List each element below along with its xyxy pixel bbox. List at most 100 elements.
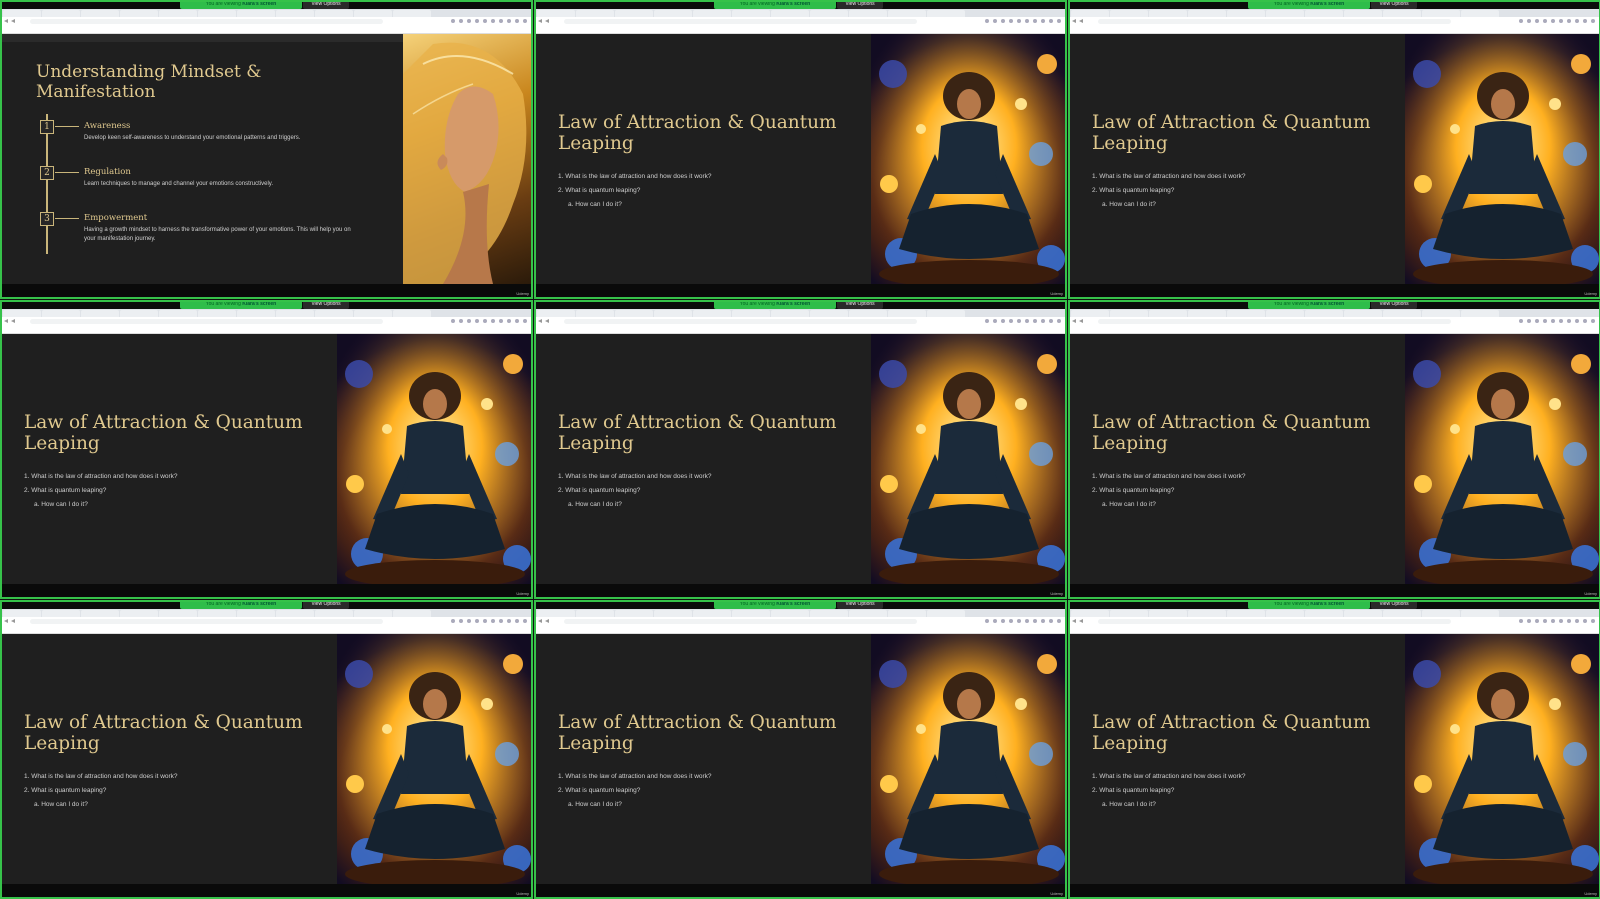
browser-tab[interactable] — [1461, 310, 1499, 317]
forward-arrow-icon[interactable] — [1079, 619, 1083, 623]
browser-tab[interactable] — [159, 610, 197, 617]
forward-arrow-icon[interactable] — [545, 619, 549, 623]
extension-icon[interactable] — [1017, 319, 1021, 323]
browser-tab[interactable] — [849, 10, 887, 17]
browser-nav-buttons[interactable] — [4, 619, 15, 623]
forward-arrow-icon[interactable] — [11, 19, 15, 23]
browser-tab[interactable] — [810, 610, 848, 617]
browser-tab[interactable] — [354, 610, 392, 617]
browser-tab[interactable] — [1188, 610, 1226, 617]
view-options-button[interactable]: View Options — [1371, 0, 1417, 9]
extension-icon[interactable] — [523, 19, 527, 23]
browser-tab[interactable] — [1305, 10, 1343, 17]
extension-icon[interactable] — [491, 19, 495, 23]
extension-icon[interactable] — [459, 619, 463, 623]
extension-icon[interactable] — [1001, 19, 1005, 23]
browser-tab[interactable] — [198, 10, 236, 17]
browser-tab[interactable] — [1344, 10, 1382, 17]
browser-tab[interactable] — [198, 610, 236, 617]
extension-icon[interactable] — [475, 19, 479, 23]
browser-tab[interactable] — [810, 10, 848, 17]
browser-tab[interactable] — [393, 10, 431, 17]
browser-tab[interactable] — [537, 10, 575, 17]
browser-tab[interactable] — [198, 310, 236, 317]
extension-icon[interactable] — [1591, 19, 1595, 23]
extension-icon[interactable] — [1049, 319, 1053, 323]
browser-tab[interactable] — [849, 610, 887, 617]
browser-tab[interactable] — [732, 310, 770, 317]
participant-screen-tile[interactable]: You are viewing Kiara's screen View Optio… — [0, 300, 533, 599]
browser-tab[interactable] — [1149, 10, 1187, 17]
extension-icon[interactable] — [1049, 619, 1053, 623]
browser-tab[interactable] — [1266, 310, 1304, 317]
extension-icon[interactable] — [1583, 19, 1587, 23]
extension-icon[interactable] — [1567, 619, 1571, 623]
extension-icon[interactable] — [491, 319, 495, 323]
view-options-button[interactable]: View Options — [837, 300, 883, 309]
view-options-button[interactable]: View Options — [1371, 300, 1417, 309]
browser-tab[interactable] — [576, 10, 614, 17]
back-arrow-icon[interactable] — [1072, 319, 1076, 323]
extension-icon[interactable] — [459, 319, 463, 323]
browser-tab[interactable] — [1188, 10, 1226, 17]
browser-tab[interactable] — [237, 610, 275, 617]
browser-tab[interactable] — [276, 610, 314, 617]
browser-tab[interactable] — [3, 610, 41, 617]
browser-nav-buttons[interactable] — [1072, 319, 1083, 323]
extension-icon[interactable] — [1583, 619, 1587, 623]
back-arrow-icon[interactable] — [1072, 619, 1076, 623]
browser-tab[interactable] — [888, 10, 926, 17]
browser-tab[interactable] — [42, 310, 80, 317]
browser-tab[interactable] — [1383, 610, 1421, 617]
browser-tab[interactable] — [1305, 310, 1343, 317]
back-arrow-icon[interactable] — [538, 619, 542, 623]
browser-nav-buttons[interactable] — [4, 319, 15, 323]
browser-tab[interactable] — [615, 10, 653, 17]
browser-nav-buttons[interactable] — [538, 19, 549, 23]
extension-icon[interactable] — [451, 619, 455, 623]
extension-icon[interactable] — [1543, 319, 1547, 323]
extension-icon[interactable] — [1041, 19, 1045, 23]
extension-icon[interactable] — [1551, 619, 1555, 623]
browser-tab[interactable] — [1383, 310, 1421, 317]
browser-tab[interactable] — [1071, 310, 1109, 317]
extension-icon[interactable] — [483, 319, 487, 323]
view-options-button[interactable]: View Options — [303, 600, 349, 609]
extension-icons[interactable] — [921, 319, 1061, 324]
forward-arrow-icon[interactable] — [545, 319, 549, 323]
extension-icon[interactable] — [1551, 19, 1555, 23]
address-bar[interactable] — [564, 19, 917, 24]
browser-nav-buttons[interactable] — [1072, 19, 1083, 23]
browser-tab[interactable] — [120, 610, 158, 617]
browser-tab[interactable] — [615, 610, 653, 617]
browser-nav-buttons[interactable] — [1072, 619, 1083, 623]
browser-tab[interactable] — [1422, 10, 1460, 17]
extension-icon[interactable] — [507, 619, 511, 623]
browser-tab[interactable] — [315, 310, 353, 317]
extension-icon[interactable] — [1025, 619, 1029, 623]
browser-tab[interactable] — [1149, 310, 1187, 317]
extension-icon[interactable] — [1559, 19, 1563, 23]
extension-icon[interactable] — [1009, 19, 1013, 23]
browser-nav-buttons[interactable] — [538, 619, 549, 623]
extension-icon[interactable] — [1049, 19, 1053, 23]
forward-arrow-icon[interactable] — [1079, 19, 1083, 23]
extension-icon[interactable] — [993, 619, 997, 623]
extension-icon[interactable] — [1009, 319, 1013, 323]
extension-icon[interactable] — [985, 19, 989, 23]
extension-icon[interactable] — [1575, 319, 1579, 323]
browser-tab[interactable] — [1305, 610, 1343, 617]
browser-tab[interactable] — [159, 310, 197, 317]
address-bar[interactable] — [30, 319, 383, 324]
browser-tab[interactable] — [1266, 10, 1304, 17]
extension-icon[interactable] — [993, 19, 997, 23]
extension-icon[interactable] — [1527, 19, 1531, 23]
browser-tab[interactable] — [1110, 310, 1148, 317]
extension-icon[interactable] — [467, 19, 471, 23]
extension-icon[interactable] — [985, 619, 989, 623]
browser-tab[interactable] — [81, 610, 119, 617]
extension-icons[interactable] — [921, 19, 1061, 24]
browser-tab[interactable] — [393, 310, 431, 317]
address-bar[interactable] — [564, 619, 917, 624]
extension-icon[interactable] — [1527, 619, 1531, 623]
